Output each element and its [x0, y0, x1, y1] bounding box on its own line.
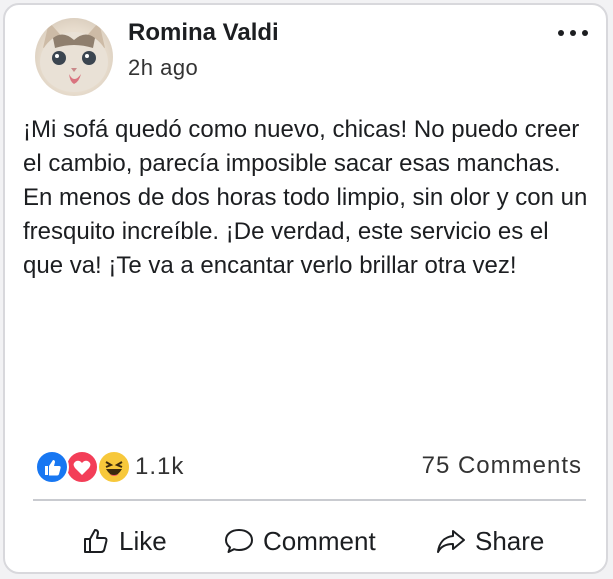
post-timestamp[interactable]: 2h ago	[128, 55, 198, 81]
reaction-icons	[35, 450, 131, 484]
reaction-count: 1.1k	[135, 453, 185, 480]
reactions-summary[interactable]: 1.1k	[35, 450, 184, 484]
divider	[33, 499, 586, 501]
haha-reaction-icon	[97, 450, 131, 484]
share-label: Share	[475, 525, 545, 556]
comment-label: Comment	[263, 525, 376, 556]
share-arrow-icon	[437, 530, 465, 553]
like-reaction-icon	[35, 450, 69, 484]
more-options-icon[interactable]	[558, 23, 588, 43]
speech-bubble-icon	[225, 529, 253, 553]
comments-count-link[interactable]: 75 Comments	[422, 452, 582, 480]
cat-avatar-image	[40, 22, 108, 92]
comment-button[interactable]: Comment	[223, 523, 376, 559]
like-button[interactable]: Like	[81, 523, 167, 559]
like-label: Like	[119, 525, 167, 556]
love-reaction-icon	[65, 450, 99, 484]
thumbs-up-icon	[84, 529, 108, 553]
post-card: Romina Valdi 2h ago ¡Mi sofá quedó como …	[3, 3, 608, 574]
post-text: ¡Mi sofá quedó como nuevo, chicas! No pu…	[23, 116, 588, 279]
author-name[interactable]: Romina Valdi	[128, 19, 279, 47]
avatar[interactable]	[35, 18, 113, 96]
share-button[interactable]: Share	[435, 523, 544, 559]
